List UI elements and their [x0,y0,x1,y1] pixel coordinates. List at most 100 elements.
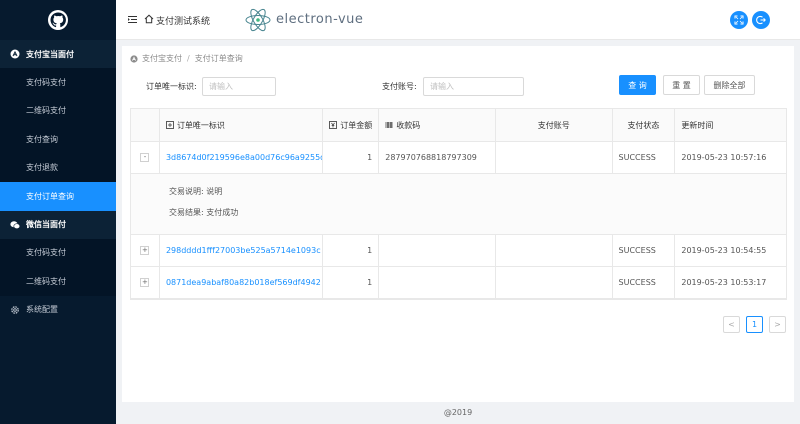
pagination-page[interactable]: 1 [746,316,763,333]
breadcrumb-separator: / [187,54,190,63]
alipay-icon [10,49,20,59]
code-cell: 287970768818797309 [379,142,496,173]
table-header: 订单唯一标识 订单金额 收款码 支付账号 支付状态 更新时间 [131,109,786,142]
pagination-prev[interactable]: < [723,316,740,333]
wechat-icon [10,220,20,230]
sidebar-group-alipay[interactable]: 支付宝当面付 [0,40,116,68]
column-header-label: 支付账号 [537,120,570,130]
row-collapse-button[interactable]: - [140,153,150,162]
top-bar: 支付测试系统 electron-vue [116,0,800,40]
gear-icon [10,305,20,315]
sidebar-item-label: 支付退款 [26,163,58,173]
content-card: 支付宝支付 / 支付订单查询 订单唯一标识: 支付账号: 查 询 重 置 删除全… [122,46,794,402]
order-id-input[interactable] [202,77,276,96]
table-row: - 3d8674d0f219596e8a00d76c96a9255d 1 287… [131,142,786,174]
breadcrumb: 支付宝支付 / 支付订单查询 [130,53,243,64]
amount-cell: 1 [323,142,380,173]
orders-table: 订单唯一标识 订单金额 收款码 支付账号 支付状态 更新时间 - 3d8674d… [130,108,787,300]
updated-cell: 2019-05-23 10:53:17 [681,278,767,287]
column-header-label: 支付状态 [627,120,660,130]
app-title: 支付测试系统 [156,17,211,27]
transaction-description: 交易说明: 说明 [169,187,223,196]
status-cell: SUCCESS [613,142,676,173]
column-header-updated: 更新时间 [675,109,786,141]
account-cell [496,235,613,266]
row-expand-button[interactable]: + [140,246,150,255]
query-button[interactable]: 查 询 [619,75,656,95]
table-row: + 298dddd1fff27003be525a5714e1093c 1 SUC… [131,235,786,267]
menu-fold-icon[interactable] [128,15,137,24]
order-id-cell: 298dddd1fff27003be525a5714e1093c [160,235,324,266]
status-cell: SUCCESS [613,235,676,266]
code-cell [379,267,496,298]
column-header-account: 支付账号 [496,109,613,141]
id-card-icon [166,121,174,129]
column-header-label: 收款码 [396,120,421,130]
delete-all-button[interactable]: 删除全部 [704,75,755,95]
account-cell [496,142,613,173]
money-icon [329,121,338,129]
sidebar-item-refund[interactable]: 支付退款 [0,153,116,182]
breadcrumb-item[interactable]: 支付宝支付 [142,53,182,64]
brand-text: electron-vue [276,12,364,27]
sidebar-item-label: 支付码支付 [26,248,66,258]
column-header-status: 支付状态 [613,109,676,141]
updated-cell: 2019-05-23 10:54:55 [681,246,767,255]
column-header-amount: 订单金额 [323,109,380,141]
sidebar: 支付宝当面付 支付码支付 二维码支付 支付查询 支付退款 支付订单查询 微信当面… [0,0,116,424]
fullscreen-button[interactable] [730,11,748,29]
sidebar-item-label: 支付码支付 [26,77,66,87]
order-id-cell: 3d8674d0f219596e8a00d76c96a9255d [160,142,324,173]
updated-cell: 2019-05-23 10:57:16 [681,153,767,162]
sidebar-item-label: 支付查询 [26,134,58,144]
amount-cell: 1 [323,267,380,298]
column-header-label: 订单唯一标识 [176,120,225,130]
column-header-order-id: 订单唯一标识 [160,109,324,141]
sidebar-group-label: 微信当面付 [26,220,66,229]
pagination-next[interactable]: > [769,316,786,333]
column-header-code: 收款码 [379,109,496,141]
github-logo[interactable] [0,0,116,40]
alipay-icon [130,54,138,63]
row-expand-button[interactable]: + [140,278,150,287]
reset-button[interactable]: 重 置 [663,75,700,95]
order-id-cell: 0871dea9abaf80a82b018ef569df4942 [160,267,324,298]
column-header-label: 订单金额 [340,120,373,130]
account-cell [496,267,613,298]
barcode-icon [385,121,393,129]
sidebar-item-order-query[interactable]: 支付订单查询 [0,182,116,211]
column-header-label: 更新时间 [681,120,714,130]
expand-cell: + [131,267,160,298]
sidebar-item-label: 二维码支付 [26,276,66,286]
breadcrumb-item-current: 支付订单查询 [194,54,243,63]
logout-icon [756,15,766,25]
order-id-link[interactable]: 0871dea9abaf80a82b018ef569df4942 [166,278,321,287]
sidebar-item-label: 系统配置 [26,305,58,314]
order-id-link[interactable]: 3d8674d0f219596e8a00d76c96a9255d [166,153,322,162]
sidebar-item-qr-pay[interactable]: 二维码支付 [0,96,116,125]
sidebar-item-pay-query[interactable]: 支付查询 [0,125,116,154]
table-row: + 0871dea9abaf80a82b018ef569df4942 1 SUC… [131,267,786,299]
code-cell [379,235,496,266]
sidebar-item-code-pay[interactable]: 支付码支付 [0,68,116,97]
sidebar-item-wechat-qr-pay[interactable]: 二维码支付 [0,267,116,296]
sidebar-group-wechat[interactable]: 微信当面付 [0,210,116,239]
fullscreen-icon [734,15,744,25]
sidebar-item-settings[interactable]: 系统配置 [0,296,116,324]
account-input[interactable] [423,77,524,96]
expand-column-header [131,109,160,141]
order-id-link[interactable]: 298dddd1fff27003be525a5714e1093c [166,246,321,255]
expand-cell: - [131,142,160,173]
order-id-label: 订单唯一标识: [146,82,197,91]
account-label: 支付账号: [382,82,417,91]
logout-button[interactable] [752,11,770,29]
sidebar-item-wechat-code-pay[interactable]: 支付码支付 [0,238,116,267]
row-expanded-detail: 交易说明: 说明 交易结果: 支付成功 [131,174,786,235]
github-icon [48,10,68,30]
amount-cell: 1 [323,235,380,266]
home-icon [144,14,154,24]
footer: @2019 [443,408,473,417]
transaction-result: 交易结果: 支付成功 [169,208,239,217]
sidebar-item-label: 二维码支付 [26,106,66,116]
status-cell: SUCCESS [613,267,676,298]
